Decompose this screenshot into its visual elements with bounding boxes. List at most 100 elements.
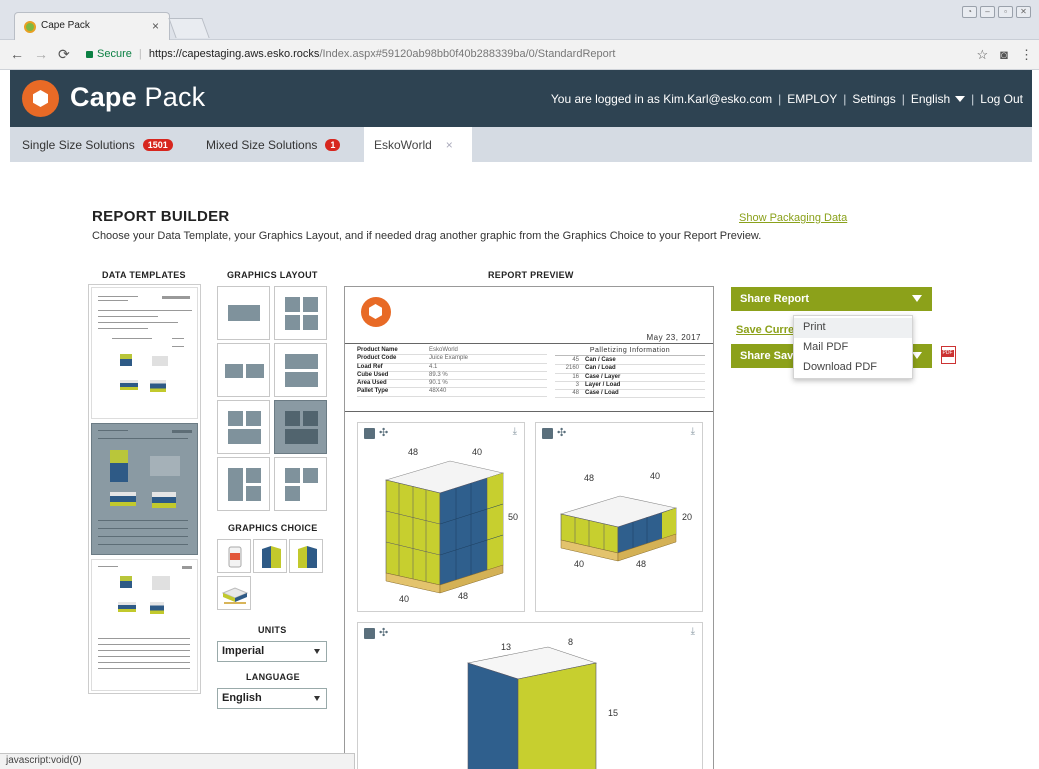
graphics-choice-heading: GRAPHICS CHOICE	[228, 523, 318, 533]
data-templates-list	[88, 284, 201, 694]
download-icon[interactable]: ⤓	[513, 426, 517, 437]
close-tab-icon[interactable]: ×	[152, 19, 159, 33]
download-icon[interactable]: ⤓	[691, 426, 695, 437]
edit-graphic-icon[interactable]	[364, 428, 375, 439]
graphic-choice-layer[interactable]	[217, 576, 251, 610]
profile-icon[interactable]: ◔	[962, 6, 977, 18]
maximize-icon[interactable]: ▫	[998, 6, 1013, 18]
move-icon[interactable]: ✣	[379, 428, 388, 439]
units-select[interactable]: Imperial	[217, 641, 327, 662]
dimension-label: 48	[636, 559, 647, 569]
data-template-1[interactable]	[91, 287, 198, 419]
layout-option-three-right[interactable]	[217, 457, 270, 511]
url-field[interactable]: Secure | https://capestaging.aws.esko.ro…	[80, 45, 1000, 65]
language-menu[interactable]: English	[911, 92, 966, 106]
tab-single-size-solutions[interactable]: Single Size Solutions 1501	[22, 127, 173, 162]
edit-graphic-icon[interactable]	[542, 428, 553, 439]
graphic-choice-case-alt[interactable]	[289, 539, 323, 573]
graphic-panel-layer: ✣ ⤓ 48 40 20 40 48	[535, 422, 703, 612]
table-row: 3 Layer / Load	[555, 382, 705, 391]
move-icon[interactable]: ✣	[379, 628, 388, 639]
logout-link[interactable]: Log Out	[980, 92, 1023, 106]
menu-item-download-pdf[interactable]: Download PDF	[794, 358, 912, 378]
table-row: Product Code Juice Example	[357, 355, 547, 364]
solution-tabs: Single Size Solutions 1501 Mixed Size Sol…	[10, 127, 1032, 162]
table-row: Pallet Type 48X40	[357, 388, 547, 397]
minimize-icon[interactable]: –	[980, 6, 995, 18]
browser-tab[interactable]: Cape Pack ×	[14, 12, 170, 40]
report-date: May 23, 2017	[646, 333, 701, 342]
report-logo	[361, 297, 391, 327]
bookmark-star-icon[interactable]: ☆	[976, 47, 988, 63]
dimension-label: 8	[568, 637, 574, 647]
graphic-panel-case: ✣ ⤓ 13 8 15	[357, 622, 703, 769]
save-current-link[interactable]: Save Curre	[736, 324, 794, 336]
move-icon[interactable]: ✣	[557, 428, 566, 439]
employ-link[interactable]: EMPLOY	[787, 92, 837, 106]
download-icon[interactable]: ⤓	[691, 626, 695, 637]
tab-eskoworld[interactable]: EskoWorld ×	[364, 127, 472, 162]
status-bar: javascript:void(0)	[0, 753, 355, 769]
dimension-label: 13	[501, 642, 512, 652]
report-preview: May 23, 2017 Product Name EskoWorld Produ…	[344, 286, 714, 769]
secure-indicator[interactable]: Secure	[86, 48, 132, 60]
pallet-layer-icon	[221, 587, 249, 604]
tab-mixed-size-solutions[interactable]: Mixed Size Solutions 1	[206, 127, 341, 162]
dimension-label: 15	[608, 708, 619, 718]
browser-tab-title: Cape Pack	[41, 20, 90, 31]
page-subtitle: Choose your Data Template, your Graphics…	[92, 230, 762, 242]
product-info-table: Product Name EskoWorld Product Code Juice …	[357, 347, 547, 397]
forward-icon[interactable]: →	[34, 46, 48, 62]
layout-option-three-selected[interactable]	[274, 400, 327, 454]
graphic-tools: ✣	[364, 428, 388, 439]
table-row: 2160 Can / Load	[555, 365, 705, 374]
browser-tab-strip: Cape Pack × ◔ – ▫ ✕	[0, 0, 1039, 40]
language-select[interactable]: English	[217, 688, 327, 709]
dimension-label: 48	[584, 473, 595, 483]
app-header: Cape Pack You are logged in as Kim.Karl@…	[10, 70, 1032, 127]
data-templates-heading: DATA TEMPLATES	[102, 270, 186, 280]
back-icon[interactable]: ←	[10, 46, 24, 62]
data-template-3[interactable]	[91, 559, 198, 691]
url-host: https://capestaging.aws.esko.rocks	[148, 48, 320, 60]
menu-item-mail-pdf[interactable]: Mail PDF	[794, 338, 912, 358]
close-window-icon[interactable]: ✕	[1016, 6, 1031, 18]
layout-option-three-left[interactable]	[217, 400, 270, 454]
cape-pack-logo[interactable]	[22, 80, 59, 117]
palletizing-info-table: Palletizing Information 45 Can / Case 216…	[555, 347, 705, 399]
layout-option-quad[interactable]	[274, 286, 327, 340]
layout-option-two-side[interactable]	[217, 343, 270, 397]
dimension-label: 40	[472, 447, 483, 457]
case-graphic	[466, 646, 598, 769]
graphic-choice-case[interactable]	[253, 539, 287, 573]
layout-option-single[interactable]	[217, 286, 270, 340]
pdf-icon[interactable]: PDF	[941, 346, 956, 364]
edit-graphic-icon[interactable]	[364, 628, 375, 639]
reload-icon[interactable]: ⟳	[58, 46, 70, 63]
caret-down-icon	[912, 352, 922, 359]
page-title: REPORT BUILDER	[92, 208, 230, 225]
can-icon	[228, 546, 242, 568]
dimension-label: 50	[508, 512, 519, 522]
user-bar: You are logged in as Kim.Karl@esko.com |…	[550, 92, 1023, 106]
new-tab-button[interactable]	[168, 18, 210, 38]
table-row: 48 Case / Load	[555, 390, 705, 399]
dimension-label: 20	[682, 512, 693, 522]
layout-option-three-top[interactable]	[274, 457, 327, 511]
graphic-choice-can[interactable]	[217, 539, 251, 573]
data-template-2[interactable]	[91, 423, 198, 555]
show-packaging-data-link[interactable]: Show Packaging Data	[739, 212, 847, 224]
logged-in-text: You are logged in as Kim.Karl@esko.com	[550, 92, 773, 106]
menu-item-print[interactable]: Print	[794, 318, 912, 338]
extension-icon[interactable]: ◙	[1000, 47, 1008, 63]
pallet-layer-graphic	[559, 495, 678, 562]
logo-icon	[369, 304, 382, 319]
logo-icon	[33, 90, 48, 107]
settings-link[interactable]: Settings	[852, 92, 895, 106]
share-report-menu: Print Mail PDF Download PDF	[793, 315, 913, 379]
layout-option-two-stacked[interactable]	[274, 343, 327, 397]
share-report-button[interactable]: Share Report	[731, 287, 932, 311]
close-tab-icon[interactable]: ×	[446, 138, 453, 152]
menu-dots-icon[interactable]: ⋮	[1020, 47, 1033, 63]
select-arrow-icon	[314, 696, 320, 701]
